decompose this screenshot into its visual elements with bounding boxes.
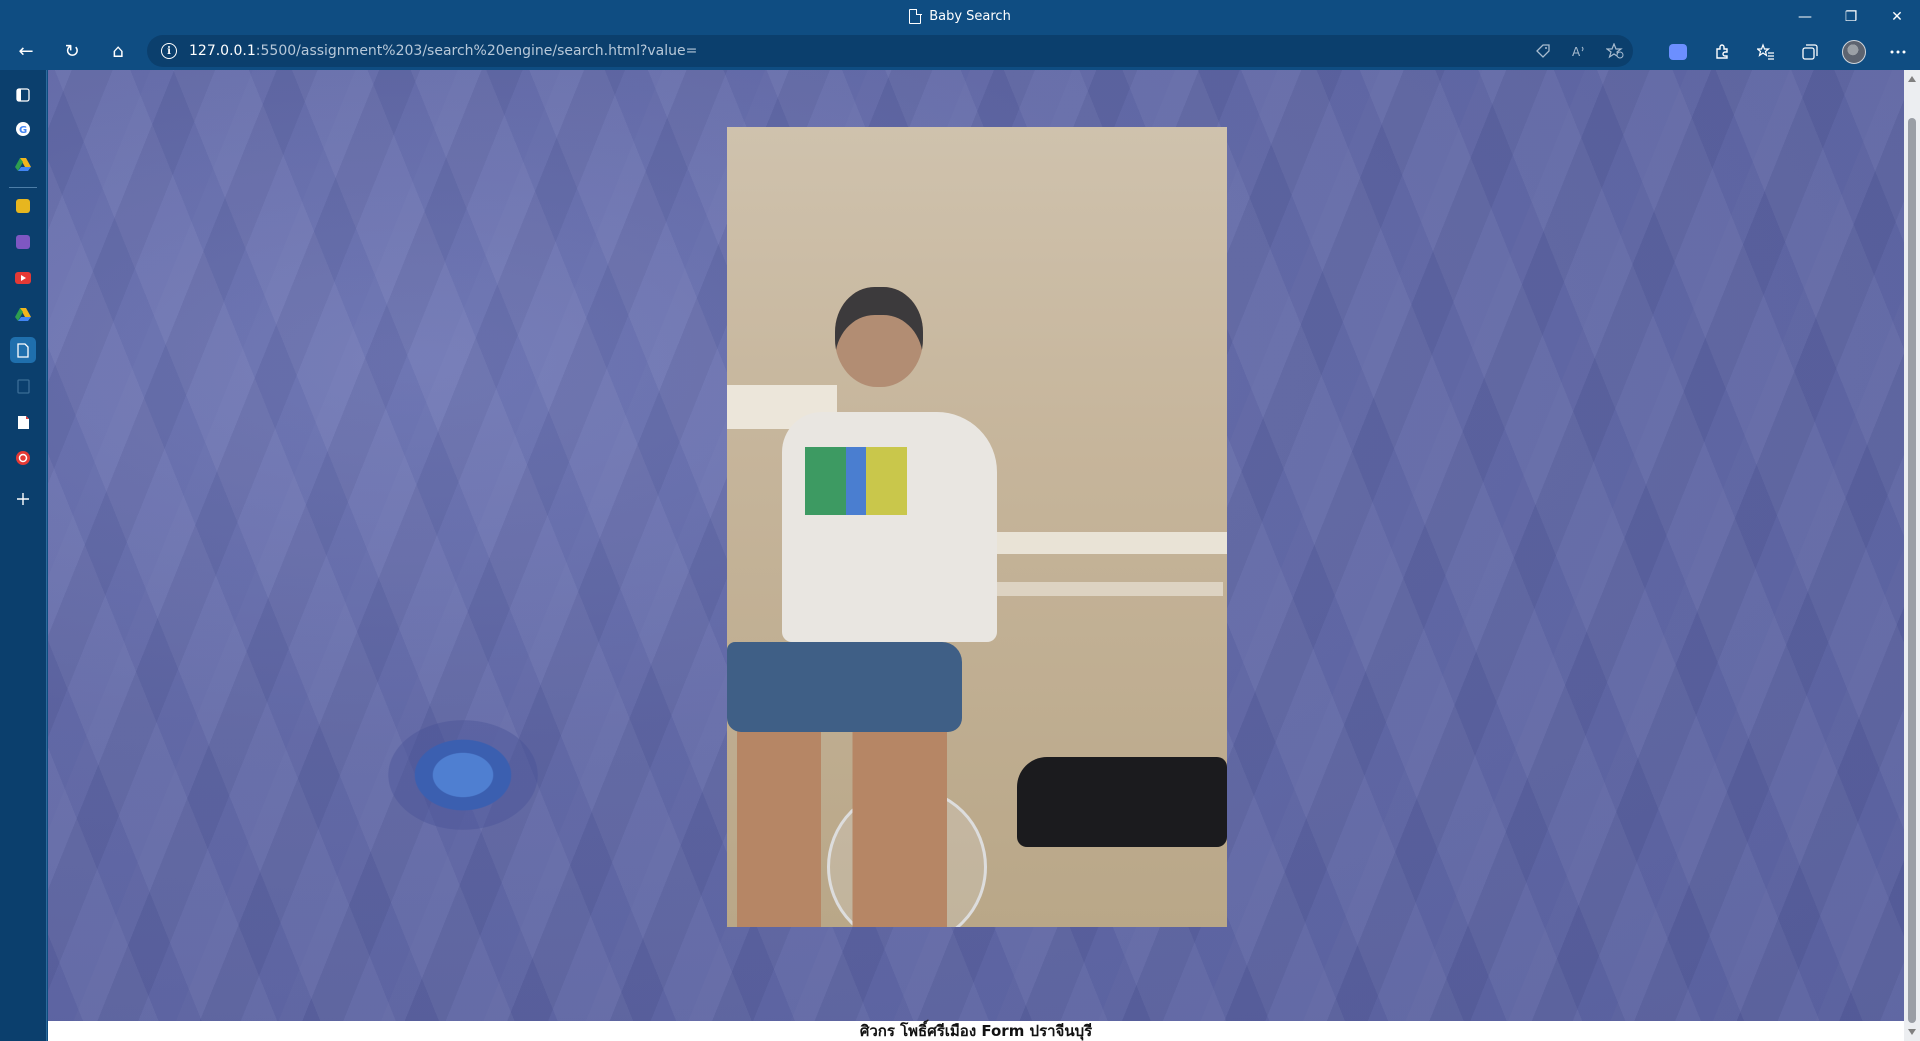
tab-actions-icon[interactable] (10, 82, 36, 108)
scrollbar-thumb[interactable] (1908, 118, 1916, 1023)
drive-icon[interactable] (10, 151, 36, 177)
browser-sidebar: G (0, 70, 47, 1041)
page-footer: ศิวกร โพธิ์ศรีเมือง Form ปราจีนบุรี (48, 1021, 1904, 1041)
toolbar-right-icons (1656, 33, 1920, 70)
photo-person-shorts (727, 642, 962, 732)
pdf-reader-icon[interactable] (10, 409, 36, 435)
url-host: 127.0.0.1 (189, 43, 256, 59)
minimize-button[interactable]: — (1782, 0, 1828, 33)
info-icon[interactable]: i (161, 43, 177, 59)
photo-shelf (987, 532, 1227, 554)
svg-text:G: G (19, 125, 27, 136)
profile-avatar[interactable] (1832, 33, 1876, 70)
extensions-icon[interactable] (1700, 33, 1744, 70)
back-button[interactable]: ← (6, 36, 46, 68)
close-button[interactable]: ✕ (1874, 0, 1920, 33)
favorites-icon[interactable] (1744, 33, 1788, 70)
address-bar[interactable]: i 127.0.0.1 :5500/assignment%203/search%… (147, 35, 1633, 67)
background-anime-eye (388, 720, 538, 830)
photo-person-head (835, 287, 923, 387)
extension-badge-icon[interactable] (1656, 33, 1700, 70)
title-bar: Baby Search — ❐ ✕ (0, 0, 1920, 33)
home-button[interactable]: ⌂ (98, 36, 138, 68)
contacts-app-icon[interactable] (10, 229, 36, 255)
window-controls: — ❐ ✕ (1782, 0, 1920, 33)
svg-text:A: A (1572, 45, 1581, 59)
more-icon[interactable] (1876, 33, 1920, 70)
refresh-button[interactable]: ↻ (52, 36, 92, 68)
add-favorite-icon[interactable] (1597, 35, 1633, 67)
photo-shirt-print (805, 447, 907, 515)
window-title: Baby Search (0, 0, 1920, 33)
read-aloud-icon[interactable]: A (1561, 35, 1597, 67)
add-icon[interactable] (10, 486, 36, 512)
notepad-icon[interactable] (10, 373, 36, 399)
document-icon[interactable] (10, 337, 36, 363)
result-photo (727, 127, 1227, 927)
window-title-text: Baby Search (929, 9, 1011, 24)
address-bar-icons: A (1525, 35, 1633, 67)
collections-icon[interactable] (1788, 33, 1832, 70)
footer-text: ศิวกร โพธิ์ศรีเมือง Form ปราจีนบุรี (859, 1022, 1093, 1040)
photos-app-icon[interactable] (10, 193, 36, 219)
tag-icon[interactable] (1525, 35, 1561, 67)
restore-button[interactable]: ❐ (1828, 0, 1874, 33)
vertical-scrollbar[interactable] (1904, 70, 1920, 1041)
drive-2-icon[interactable] (10, 301, 36, 327)
photo-bag (1017, 757, 1227, 847)
browser-toolbar: ← ↻ ⌂ i 127.0.0.1 :5500/assignment%203/s… (0, 33, 1920, 70)
scroll-up-arrow-icon[interactable] (1908, 76, 1916, 82)
scroll-down-arrow-icon[interactable] (1908, 1029, 1916, 1035)
sidebar-divider (9, 187, 37, 188)
url-path: :5500/assignment%203/search%20engine/sea… (255, 43, 698, 59)
photo-person-legs (737, 727, 947, 927)
page-content: ศิวกร โพธิ์ศรีเมือง Form ปราจีนบุรี (48, 70, 1904, 1041)
red-app-icon[interactable] (10, 445, 36, 471)
google-icon[interactable]: G (10, 116, 36, 142)
youtube-icon[interactable] (10, 265, 36, 291)
page-icon (909, 8, 922, 24)
